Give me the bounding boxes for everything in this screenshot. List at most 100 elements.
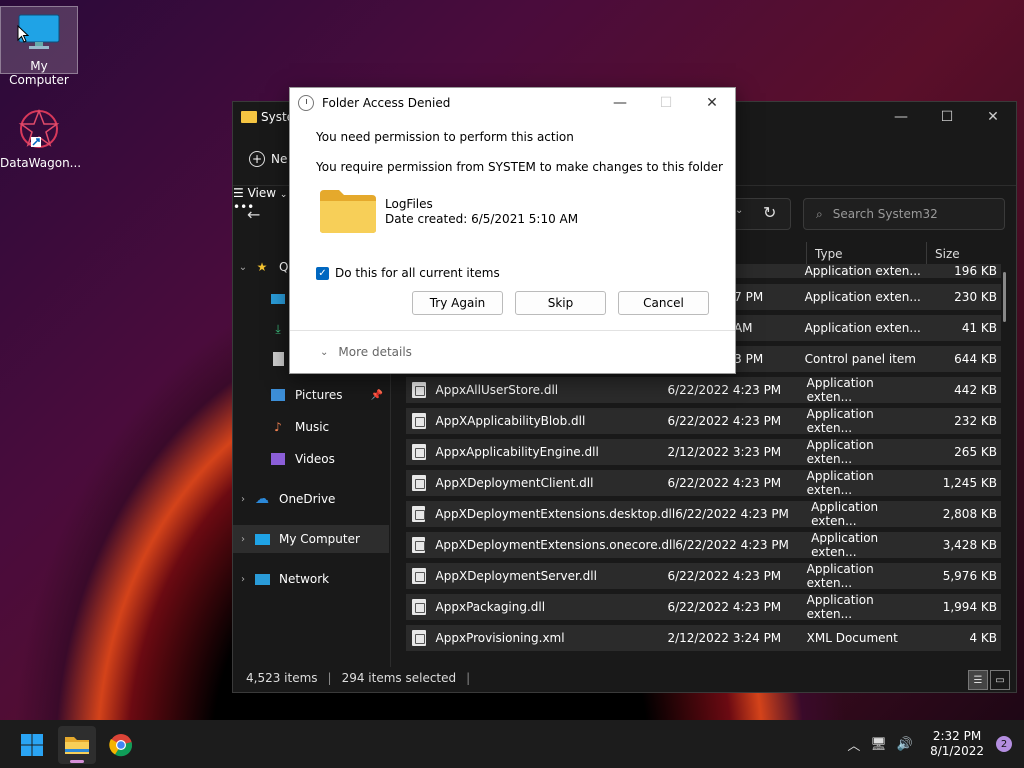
table-row[interactable]: AppXDeploymentExtensions.onecore.dll 6/22…	[406, 531, 1001, 559]
file-icon	[412, 413, 426, 429]
skip-button[interactable]: Skip	[515, 291, 606, 315]
column-size[interactable]: Size	[927, 242, 1003, 266]
file-icon	[412, 475, 426, 491]
row-type: Application exten...	[806, 376, 874, 404]
close-button[interactable]: ✕	[689, 88, 735, 118]
table-row[interactable]: AppxPackaging.dll 6/22/2022 4:23 PM Applic…	[406, 593, 1001, 621]
chevron-down-icon: ⌄	[238, 261, 248, 273]
desktop-icon-label: My Computer	[9, 59, 69, 87]
music-icon: ♪	[274, 420, 282, 434]
desktop-icon-my-computer[interactable]: My Computer	[0, 6, 78, 87]
row-name: AppXDeploymentExtensions.onecore.dll	[435, 538, 676, 552]
file-icon	[412, 568, 426, 584]
dialog-detail: You require permission from SYSTEM to ma…	[316, 160, 723, 174]
chevron-up-icon[interactable]: ︿	[847, 735, 860, 754]
more-details-toggle[interactable]: ⌄ More details	[290, 330, 735, 373]
row-name: AppXDeploymentServer.dll	[435, 569, 597, 583]
clock-time: 2:32 PM	[932, 729, 982, 743]
details-view-icon[interactable]: ☰	[968, 670, 988, 690]
table-row[interactable]: AppxAllUserStore.dll 6/22/2022 4:23 PM App…	[406, 376, 1001, 404]
row-type: Application exten...	[811, 531, 879, 559]
scrollbar-thumb[interactable]	[1003, 272, 1006, 322]
row-size: 2,808 KB	[942, 507, 997, 521]
item-count: 4,523 items	[246, 671, 318, 685]
column-type[interactable]: Type	[807, 242, 927, 266]
nav-item-videos[interactable]: Videos	[233, 445, 389, 473]
search-icon: ⌕	[816, 206, 823, 221]
row-type: Application exten...	[806, 562, 874, 590]
back-arrow-icon[interactable]: ←	[247, 205, 260, 224]
minimize-button[interactable]: —	[878, 102, 924, 132]
chevron-right-icon[interactable]: ›	[233, 534, 253, 545]
nav-label: Videos	[295, 452, 335, 466]
dialog-message: You need permission to perform this acti…	[316, 130, 574, 144]
nav-item-my-computer[interactable]: › My Computer	[233, 525, 389, 553]
volume-icon[interactable]: 🔊	[897, 737, 913, 752]
chevron-right-icon[interactable]: ›	[233, 494, 253, 505]
nav-item-pictures[interactable]: Pictures 📌	[233, 381, 389, 409]
apply-all-checkbox[interactable]: ✓ Do this for all current items	[316, 266, 500, 280]
table-row[interactable]: AppxProvisioning.xml 2/12/2022 3:24 PM XML…	[406, 625, 1001, 651]
row-type: Application exten...	[806, 593, 874, 621]
table-row[interactable]: AppxApplicabilityEngine.dll 2/12/2022 3:2…	[406, 438, 1001, 466]
row-type: Application exten...	[804, 290, 921, 304]
address-chevron-icon[interactable]: ⌄	[735, 205, 743, 216]
taskbar-chrome[interactable]	[102, 726, 140, 764]
file-icon	[412, 444, 426, 460]
minimize-button[interactable]: —	[597, 88, 643, 118]
desktop-icon-datawagon[interactable]: DataWagon...	[0, 106, 81, 170]
row-type: Application exten...	[806, 438, 874, 466]
row-name: AppxAllUserStore.dll	[435, 383, 559, 397]
file-icon	[412, 630, 426, 646]
row-type: XML Document	[806, 631, 898, 645]
row-size: 230 KB	[954, 290, 997, 304]
nav-label: Music	[295, 420, 330, 434]
clock[interactable]: 2:32 PM 8/1/2022	[930, 729, 984, 759]
row-date: 6/22/2022 4:23 PM	[667, 383, 782, 397]
row-size: 644 KB	[954, 352, 997, 366]
start-button[interactable]	[13, 726, 51, 764]
maximize-button[interactable]: ☐	[924, 102, 970, 132]
chrome-icon	[109, 734, 133, 757]
clock-icon	[298, 95, 314, 111]
cancel-button[interactable]: Cancel	[618, 291, 709, 315]
table-row[interactable]: AppXApplicabilityBlob.dll 6/22/2022 4:23 …	[406, 407, 1001, 435]
row-type: Application exten...	[804, 264, 921, 278]
nav-label: My Computer	[279, 532, 360, 546]
table-row[interactable]: AppXDeploymentExtensions.desktop.dll 6/22…	[406, 500, 1001, 528]
pictures-icon	[269, 387, 287, 403]
pin-icon[interactable]: 📌	[371, 390, 383, 401]
nav-item-network[interactable]: › Network	[233, 565, 389, 593]
tiles-view-icon[interactable]: ▭	[990, 670, 1010, 690]
close-button[interactable]: ✕	[970, 102, 1016, 132]
chevron-right-icon[interactable]: ›	[233, 574, 253, 585]
search-input[interactable]: ⌕ Search System32	[803, 198, 1005, 230]
row-size: 3,428 KB	[942, 538, 997, 552]
row-size: 232 KB	[954, 414, 997, 428]
new-button[interactable]: + Ne	[249, 150, 287, 167]
network-icon	[253, 571, 271, 587]
row-type: Application exten...	[804, 321, 921, 335]
notification-badge[interactable]: 2	[996, 736, 1012, 752]
status-separator: |	[466, 671, 471, 685]
nav-item-onedrive[interactable]: › ☁ OneDrive	[233, 485, 389, 513]
star-icon: ★	[256, 260, 268, 274]
mouse-cursor-icon	[17, 25, 29, 43]
row-name: AppXDeploymentExtensions.desktop.dll	[435, 507, 676, 521]
nav-label: Pictures	[295, 388, 343, 402]
refresh-icon[interactable]: ↻	[763, 203, 776, 222]
status-bar: 4,523 items | 294 items selected |	[233, 664, 1016, 692]
dialog-titlebar[interactable]: Folder Access Denied — ☐ ✕	[290, 88, 735, 118]
system-tray: ︿ 🖥 🔊 2:32 PM 8/1/2022 2	[842, 720, 1024, 768]
row-date: 6/22/2022 4:23 PM	[667, 569, 782, 583]
taskbar-file-explorer[interactable]	[58, 726, 96, 764]
row-name: AppxProvisioning.xml	[435, 631, 565, 645]
table-row[interactable]: AppXDeploymentClient.dll 6/22/2022 4:23 P…	[406, 469, 1001, 497]
table-row[interactable]: AppXDeploymentServer.dll 6/22/2022 4:23 P…	[406, 562, 1001, 590]
checkmark-icon[interactable]: ✓	[316, 266, 329, 280]
folder-name: LogFiles	[385, 197, 433, 211]
nav-item-music[interactable]: ♪ Music	[233, 413, 389, 441]
network-status-icon[interactable]: 🖥	[870, 737, 887, 752]
try-again-button[interactable]: Try Again	[412, 291, 503, 315]
nav-label: OneDrive	[279, 492, 336, 506]
